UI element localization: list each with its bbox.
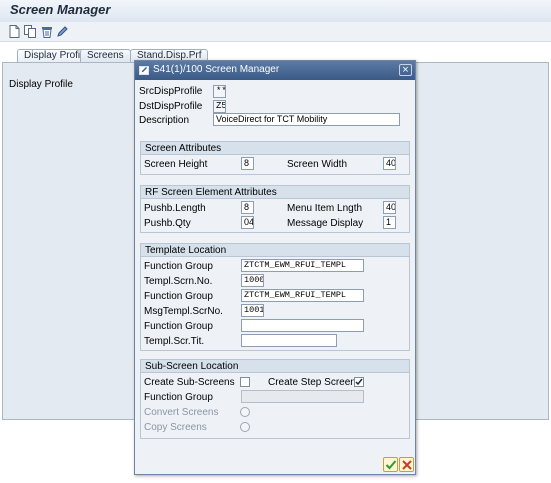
dst-disp-profile-label: DstDispProfile (139, 101, 203, 112)
dialog-title-bar[interactable]: S41(1)/100 Screen Manager × (135, 61, 415, 80)
copy-screens-radio[interactable] (240, 422, 250, 432)
pushb-length-label: Pushb.Length (144, 203, 206, 214)
screen-width-field[interactable]: 40 (383, 157, 396, 170)
src-disp-profile-label: SrcDispProfile (139, 86, 203, 97)
close-icon[interactable]: × (399, 64, 412, 76)
cancel-button[interactable] (399, 457, 414, 472)
window-title: Screen Manager (10, 2, 111, 17)
tab-screens[interactable]: Screens (80, 49, 131, 62)
screen-attributes-header: Screen Attributes (141, 142, 409, 155)
screen-height-field[interactable]: 8 (241, 157, 254, 170)
message-display-field[interactable]: 1 (383, 216, 396, 229)
tab-strip: Display Profile Screens Stand.Disp.Prf (0, 42, 551, 62)
templ-scrn-no-label: Templ.Scrn.No. (144, 276, 213, 287)
convert-screens-label: Convert Screens (144, 407, 219, 418)
description-label: Description (139, 115, 190, 126)
screen-attributes-group: Screen Attributes Screen Height 8 Screen… (140, 141, 410, 175)
create-step-screen-checkbox[interactable] (354, 377, 364, 387)
msg-templ-scr-no-field[interactable]: 1001 (241, 304, 264, 317)
copy-icon[interactable] (24, 25, 37, 38)
sub-screen-location-group: Sub-Screen Location Create Sub-Screens C… (140, 359, 410, 439)
application-toolbar (0, 22, 551, 42)
delete-icon[interactable] (40, 25, 53, 38)
rf-attributes-header: RF Screen Element Attributes (141, 186, 409, 199)
templ-scrn-no-field[interactable]: 1000 (241, 274, 264, 287)
function-group-1-label: Function Group (144, 261, 213, 272)
pushb-length-field[interactable]: 8 (241, 201, 254, 214)
screen-height-label: Screen Height (144, 159, 208, 170)
dst-disp-profile-field: Z5 (213, 100, 226, 113)
function-group-3-label: Function Group (144, 321, 213, 332)
edit-icon[interactable] (56, 25, 69, 38)
template-location-header: Template Location (141, 244, 409, 257)
function-group-2-label: Function Group (144, 291, 213, 302)
function-group-1-field[interactable]: ZTCTM_EWM_RFUI_TEMPL (241, 259, 364, 272)
sub-function-group-label: Function Group (144, 392, 213, 403)
menu-item-length-field[interactable]: 40 (383, 201, 396, 214)
msg-templ-scr-no-label: MsgTempl.ScrNo. (144, 306, 223, 317)
new-icon[interactable] (8, 25, 21, 38)
dialog-window-icon (139, 65, 150, 76)
description-field[interactable]: VoiceDirect for TCT Mobility (213, 113, 400, 126)
display-profile-label: Display Profile (9, 79, 73, 90)
templ-scr-tit-field[interactable] (241, 334, 337, 347)
function-group-3-field[interactable] (241, 319, 364, 332)
convert-screens-radio[interactable] (240, 407, 250, 417)
screen-manager-dialog: S41(1)/100 Screen Manager × SrcDispProfi… (134, 60, 416, 475)
template-location-group: Template Location Function Group ZTCTM_E… (140, 243, 410, 351)
function-group-2-field[interactable]: ZTCTM_EWM_RFUI_TEMPL (241, 289, 364, 302)
copy-screens-label: Copy Screens (144, 422, 207, 433)
confirm-button[interactable] (383, 457, 398, 472)
cancel-icon (401, 459, 412, 470)
pushb-qty-label: Pushb.Qty (144, 218, 191, 229)
checkmark-icon (355, 378, 363, 386)
pushb-qty-field[interactable]: 04 (241, 216, 254, 229)
sub-screen-location-header: Sub-Screen Location (141, 360, 409, 373)
rf-screen-element-attributes-group: RF Screen Element Attributes Pushb.Lengt… (140, 185, 410, 233)
create-step-screen-label: Create Step Screen (268, 377, 356, 388)
message-display-label: Message Display (287, 218, 364, 229)
src-disp-profile-field: ** (213, 85, 226, 98)
screen-width-label: Screen Width (287, 159, 348, 170)
dialog-title: S41(1)/100 Screen Manager (153, 64, 280, 75)
title-bar: Screen Manager (0, 0, 551, 22)
menu-item-length-label: Menu Item Lngth (287, 203, 363, 214)
create-sub-screens-checkbox[interactable] (240, 377, 250, 387)
templ-scr-tit-label: Templ.Scr.Tit. (144, 336, 205, 347)
confirm-icon (385, 459, 396, 469)
sub-function-group-field (241, 390, 364, 403)
create-sub-screens-label: Create Sub-Screens (144, 377, 235, 388)
